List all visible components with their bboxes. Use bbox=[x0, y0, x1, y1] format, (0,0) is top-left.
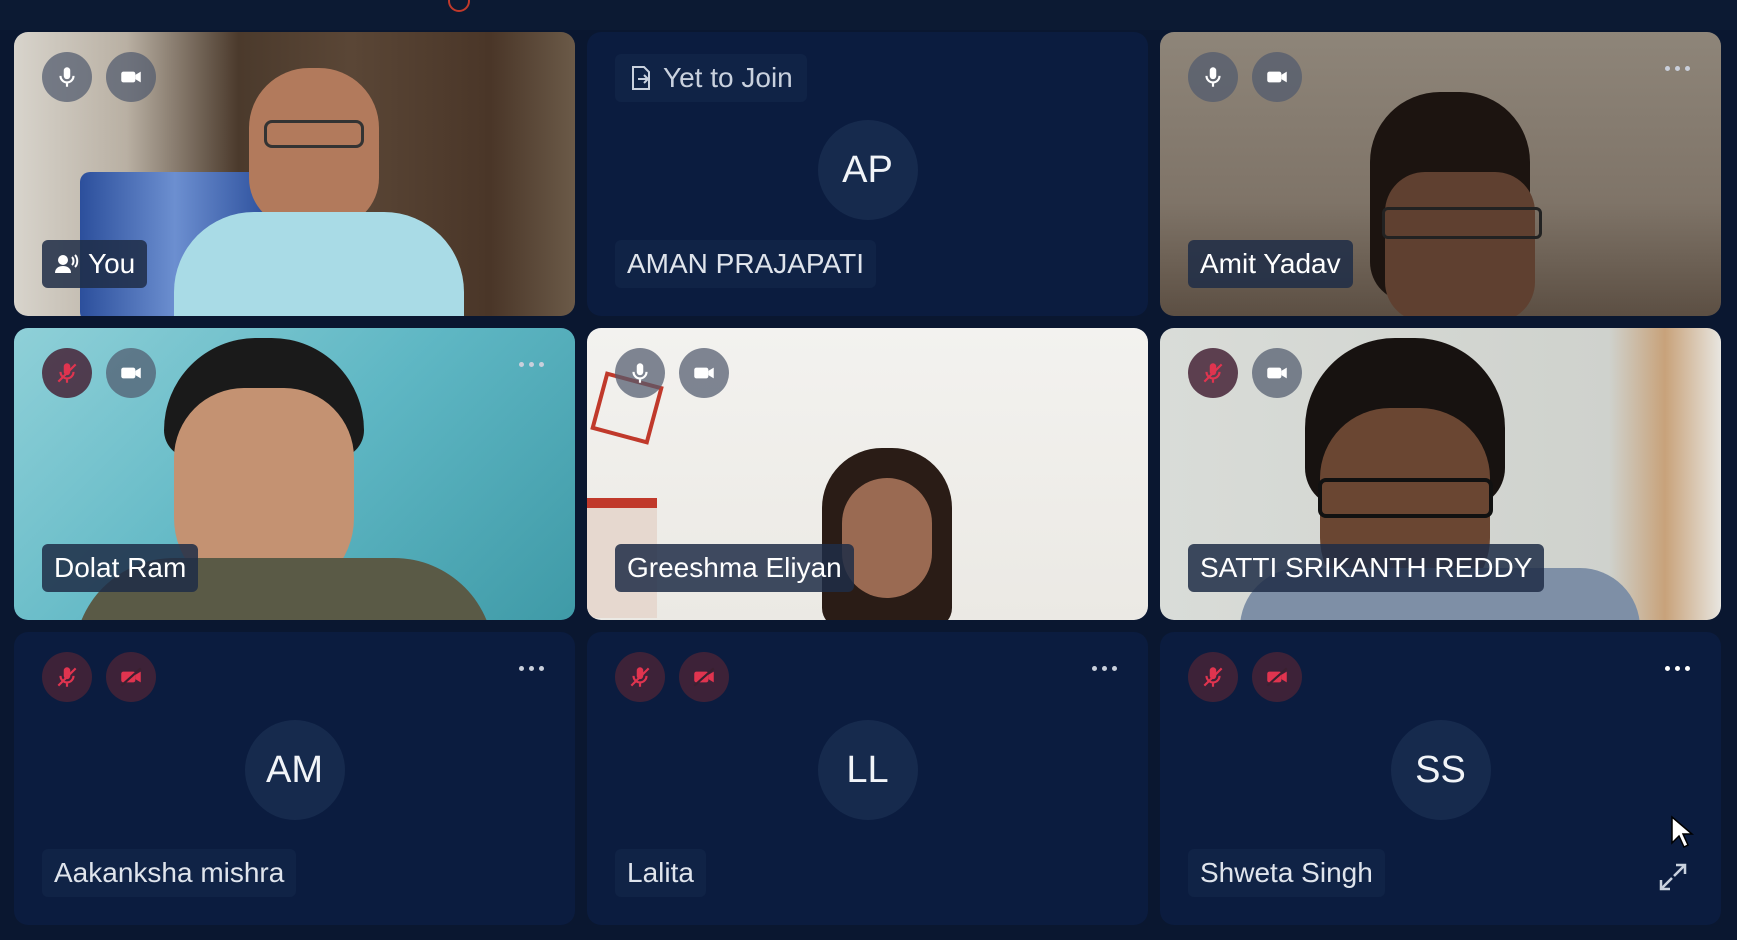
meeting-top-bar bbox=[0, 0, 1737, 30]
yet-to-join-badge: Yet to Join bbox=[615, 54, 807, 102]
camera-icon bbox=[1267, 367, 1287, 379]
participant-name-label: SATTI SRIKANTH REDDY bbox=[1188, 544, 1545, 592]
participant-tile-aakanksha-mishra[interactable]: AM Aakanksha mishra bbox=[14, 632, 575, 925]
camera-button[interactable] bbox=[1252, 652, 1302, 702]
media-controls bbox=[1188, 652, 1302, 702]
yet-to-join-icon bbox=[632, 66, 650, 90]
participant-grid: You Yet to Join AP AMAN PRAJAPATI Amit Y… bbox=[14, 32, 1721, 925]
media-controls bbox=[615, 652, 729, 702]
participant-name-label: Dolat Ram bbox=[42, 544, 199, 592]
participant-name-label: AMAN PRAJAPATI bbox=[615, 240, 877, 288]
participant-tile-aman-prajapati[interactable]: Yet to Join AP AMAN PRAJAPATI bbox=[587, 32, 1148, 316]
camera-button[interactable] bbox=[679, 348, 729, 398]
participant-name-label: Lalita bbox=[615, 849, 706, 897]
mic-button[interactable] bbox=[42, 652, 92, 702]
mic-button[interactable] bbox=[1188, 652, 1238, 702]
camera-off-icon bbox=[693, 667, 715, 687]
participant-name-label: Greeshma Eliyan bbox=[615, 544, 854, 592]
media-controls bbox=[42, 348, 156, 398]
participant-name: SATTI SRIKANTH REDDY bbox=[1200, 552, 1533, 583]
mic-icon bbox=[1205, 67, 1221, 87]
more-options-icon bbox=[518, 361, 524, 367]
participant-name: AMAN PRAJAPATI bbox=[627, 248, 865, 279]
mic-icon bbox=[632, 363, 648, 383]
media-controls bbox=[42, 652, 156, 702]
media-controls bbox=[615, 348, 729, 398]
expand-button[interactable] bbox=[1651, 855, 1695, 899]
camera-icon bbox=[121, 71, 141, 83]
camera-button[interactable] bbox=[106, 652, 156, 702]
status-text: Yet to Join bbox=[663, 62, 793, 93]
media-controls bbox=[1188, 348, 1302, 398]
more-options-button[interactable] bbox=[1086, 658, 1122, 678]
participant-name-label: Aakanksha mishra bbox=[42, 849, 297, 897]
participant-name: Amit Yadav bbox=[1200, 248, 1341, 279]
speaker-icon bbox=[55, 254, 79, 273]
camera-button[interactable] bbox=[106, 348, 156, 398]
camera-icon bbox=[1267, 71, 1287, 83]
avatar: AM bbox=[244, 720, 345, 820]
more-options-button[interactable] bbox=[513, 658, 549, 678]
participant-tile-lalita[interactable]: LL Lalita bbox=[587, 632, 1148, 925]
participant-name-label: Amit Yadav bbox=[1188, 240, 1353, 288]
more-options-icon bbox=[518, 665, 524, 671]
participant-tile-shweta-singh[interactable]: SS Shweta Singh bbox=[1160, 632, 1721, 925]
avatar: LL bbox=[817, 720, 918, 820]
camera-icon bbox=[121, 367, 141, 379]
avatar: AP bbox=[817, 120, 918, 220]
camera-off-icon bbox=[1266, 667, 1288, 687]
expand-icon bbox=[1659, 863, 1687, 891]
camera-button[interactable] bbox=[1252, 52, 1302, 102]
mic-off-icon bbox=[57, 667, 77, 687]
participant-tile-dolat-ram[interactable]: Dolat Ram bbox=[14, 328, 575, 620]
mic-button[interactable] bbox=[615, 652, 665, 702]
mic-off-icon bbox=[1203, 667, 1223, 687]
camera-off-icon bbox=[120, 667, 142, 687]
participant-name: Dolat Ram bbox=[54, 552, 187, 583]
mic-button[interactable] bbox=[1188, 52, 1238, 102]
mic-off-icon bbox=[1203, 363, 1223, 383]
media-controls bbox=[42, 52, 156, 102]
recording-indicator-icon bbox=[448, 0, 470, 12]
mic-off-icon bbox=[57, 363, 77, 383]
participant-name: Lalita bbox=[627, 857, 694, 888]
mouse-cursor-icon bbox=[1671, 815, 1694, 849]
more-options-icon bbox=[1091, 665, 1097, 671]
participant-tile-you[interactable]: You bbox=[14, 32, 575, 316]
more-options-icon bbox=[1664, 665, 1670, 671]
mic-button[interactable] bbox=[615, 348, 665, 398]
participant-name-label: Shweta Singh bbox=[1188, 849, 1385, 897]
participant-name: Greeshma Eliyan bbox=[627, 552, 842, 583]
media-controls bbox=[1188, 52, 1302, 102]
camera-button[interactable] bbox=[106, 52, 156, 102]
participant-name: Aakanksha mishra bbox=[54, 857, 285, 888]
participant-tile-satti-srikanth-reddy[interactable]: SATTI SRIKANTH REDDY bbox=[1160, 328, 1721, 620]
mic-button[interactable] bbox=[1188, 348, 1238, 398]
participant-name-label: You bbox=[42, 240, 148, 288]
camera-button[interactable] bbox=[1252, 348, 1302, 398]
camera-icon bbox=[694, 367, 714, 379]
mic-icon bbox=[59, 67, 75, 87]
participant-name: Shweta Singh bbox=[1200, 857, 1373, 888]
mic-button[interactable] bbox=[42, 52, 92, 102]
avatar: SS bbox=[1390, 720, 1491, 820]
more-options-button[interactable] bbox=[1659, 58, 1695, 78]
participant-tile-greeshma-eliyan[interactable]: Greeshma Eliyan bbox=[587, 328, 1148, 620]
participant-name: You bbox=[88, 248, 136, 279]
more-options-button[interactable] bbox=[513, 354, 549, 374]
participant-tile-amit-yadav[interactable]: Amit Yadav bbox=[1160, 32, 1721, 316]
mic-button[interactable] bbox=[42, 348, 92, 398]
camera-button[interactable] bbox=[679, 652, 729, 702]
more-options-button[interactable] bbox=[1659, 658, 1695, 678]
more-options-icon bbox=[1664, 65, 1670, 71]
mic-off-icon bbox=[630, 667, 650, 687]
